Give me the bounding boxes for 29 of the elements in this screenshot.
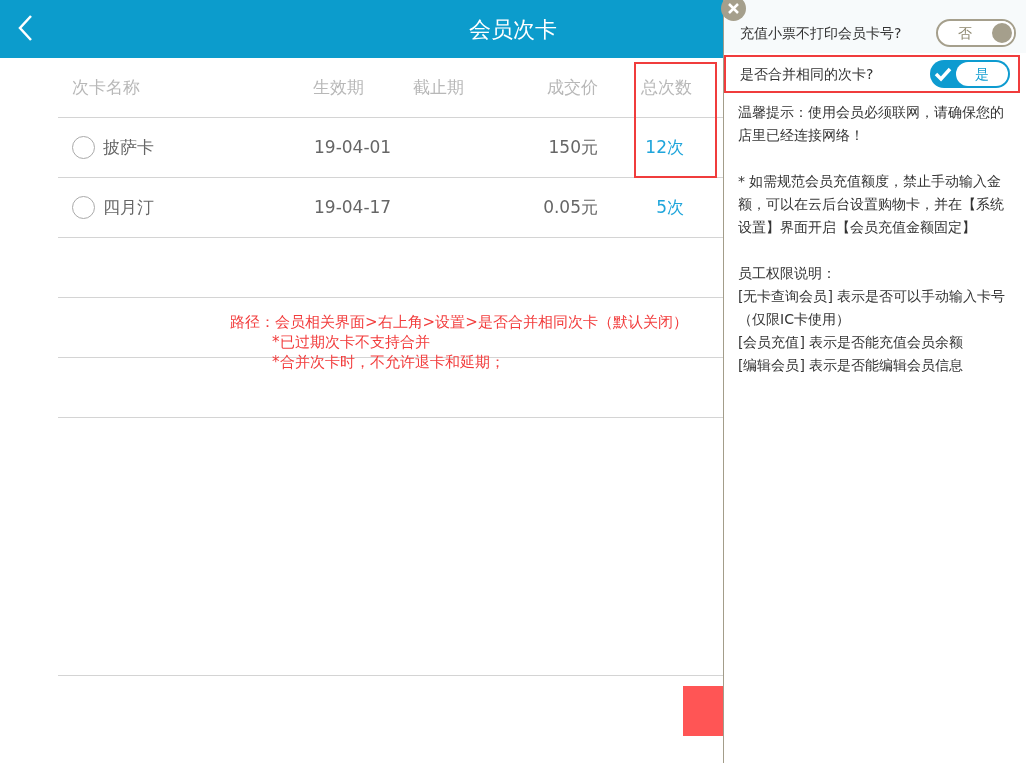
table-cell-text: 四月汀 [103,195,154,219]
column-header: 生效期 [312,75,365,99]
help-text: * 如需规范会员充值额度，禁止手动输入金额，可以在云后台设置购物卡，并在【系统设置】界面开启【会员充值金额固定】 [738,172,1005,237]
page-title: 会员次卡 [469,15,557,44]
column-header: 次卡名称 [71,75,141,99]
table-cell-text: 披萨卡 [103,135,154,159]
table-cell-text: 150元 [547,135,598,159]
setting-label: 充值小票不打印会员卡号? [740,23,902,43]
pay-button[interactable] [683,686,723,736]
annotation-text: 路径：会员相关界面>右上角>设置>是否合并相同次卡（默认关闭） [230,312,688,332]
table-cell-text: 19-04-01 [313,135,393,159]
check-icon [934,66,952,82]
help-text: 员工权限说明： [无卡查询会员] 表示是否可以手动输入卡号（仅限IC卡使用） [会员充值] 表示是否能充值会员余额 [编辑会员] 表示是否能编辑会员信息 [738,264,1007,375]
close-icon [728,3,739,14]
annotation-text: *合并次卡时，不允许退卡和延期； [271,352,506,372]
back-button[interactable] [16,14,34,42]
annotation-text: *已过期次卡不支持合并 [271,332,431,352]
table-cell-text: 0.05元 [542,195,598,219]
column-header: 总次数 [640,75,693,99]
column-header: 成交价 [546,75,598,99]
column-header: 截止期 [412,75,465,99]
toggle-switch[interactable]: 是 [930,60,1010,88]
back-icon [16,14,34,42]
toggle-switch[interactable]: 否 [936,19,1016,47]
table-cell-text: 19-04-17 [313,195,393,219]
table-cell-text: 5次 [655,195,685,219]
help-text: 温馨提示：使用会员必须联网，请确保您的店里已经连接网络！ [738,103,1005,145]
setting-label: 是否合并相同的次卡? [740,64,874,84]
table-cell-text: 12次 [644,135,685,159]
